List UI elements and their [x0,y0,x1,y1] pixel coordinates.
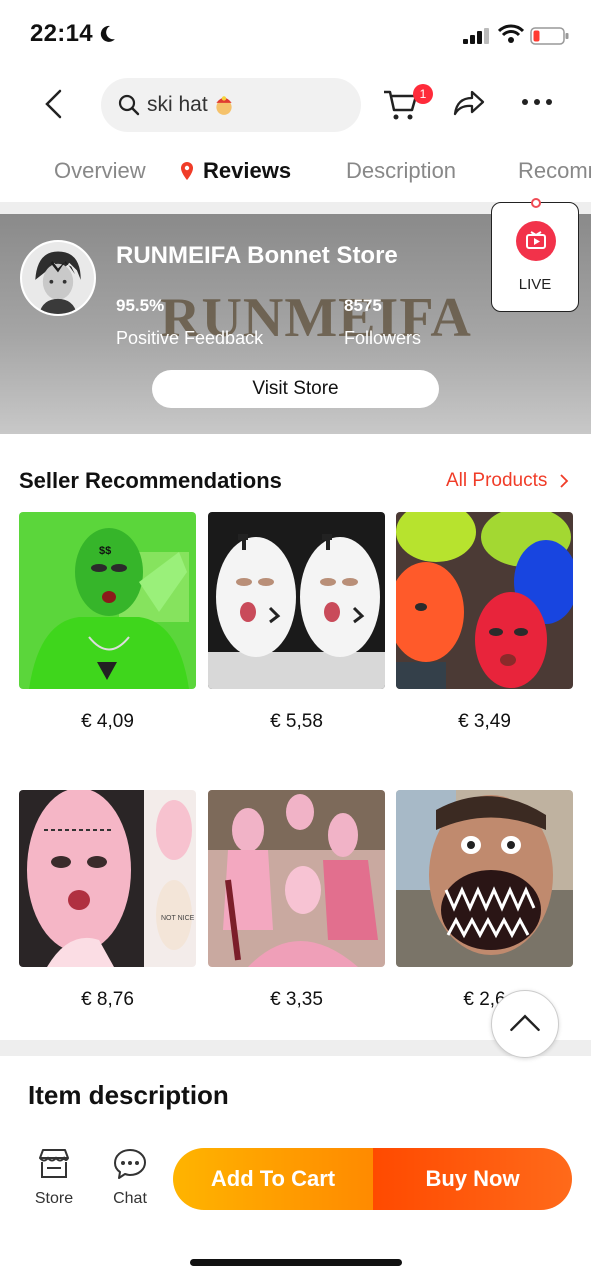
live-tv-icon [516,221,556,261]
chevron-right-icon [560,474,568,488]
search-query: ski hat [147,93,208,116]
live-indicator-dot [531,198,541,208]
product-image[interactable] [208,790,385,967]
product-card[interactable]: $$ € 4,09 [19,512,196,733]
product-price: € 8,76 [81,989,134,1010]
person-with-hat-emoji-icon [216,96,232,115]
store-avatar[interactable] [20,240,96,316]
product-price: € 4,09 [81,711,134,732]
all-products-label: All Products [446,470,548,491]
battery-icon [530,27,569,45]
status-bar: 22:14 [0,0,591,70]
share-icon[interactable] [452,88,486,118]
store-name[interactable]: RUNMEIFA Bonnet Store [116,242,398,270]
product-price: € 3,35 [270,989,323,1010]
cart-count-badge: 1 [413,84,433,104]
cellular-signal-icon [463,28,489,44]
chat-button[interactable]: Chat [100,1146,160,1208]
product-card[interactable]: € 3,35 [208,790,385,1011]
wifi-icon [498,24,524,43]
product-card[interactable]: NOT NICE € 8,76 [19,790,196,1011]
location-pin-icon [181,162,193,180]
positive-feedback-value: 95.5% [116,296,165,315]
tab-description[interactable]: Description [346,158,456,184]
search-bar[interactable]: ski hat [101,78,361,132]
more-options-icon[interactable] [520,96,554,108]
product-image[interactable]: $$ [19,512,196,689]
moon-icon [100,25,115,42]
live-button[interactable]: LIVE [491,198,579,312]
product-card[interactable]: € 3,49 [396,512,573,733]
chevron-up-icon [510,1014,540,1032]
store-label: Store [34,1190,74,1207]
chat-label: Chat [113,1190,147,1207]
visit-store-button[interactable]: Visit Store [152,370,439,408]
status-time: 22:14 [30,20,93,47]
back-arrow-icon[interactable] [40,88,68,120]
product-card[interactable]: € 2,6 [396,790,573,1011]
followers-value: 8575 [344,296,382,315]
product-card[interactable]: € 5,58 [208,512,385,733]
section-tabs: Overview Reviews Description Recomm [0,140,591,200]
top-nav: ski hat [0,74,591,134]
live-label: LIVE [518,276,552,293]
product-price: € 5,58 [270,711,323,732]
add-to-cart-button[interactable]: Add To Cart [173,1148,373,1210]
svg-text:$$: $$ [99,545,111,557]
item-description-title: Item description [28,1080,229,1110]
chat-icon [114,1149,146,1179]
scroll-to-top-button[interactable] [491,990,559,1058]
svg-text:NOT NICE: NOT NICE [161,915,195,922]
positive-feedback-label: Positive Feedback [116,328,264,348]
followers-label: Followers [344,328,422,348]
tab-overview[interactable]: Overview [54,158,146,184]
tab-reviews[interactable]: Reviews [203,158,291,184]
product-image[interactable] [208,512,385,689]
home-indicator[interactable] [190,1259,402,1266]
seller-recommendations-title: Seller Recommendations [19,468,282,493]
store-button[interactable]: Store [24,1146,84,1208]
buy-now-button[interactable]: Buy Now [373,1148,572,1210]
store-icon [39,1149,69,1178]
all-products-link[interactable]: All Products [446,470,569,492]
tab-recommendations[interactable]: Recomm [518,158,591,184]
product-price: € 3,49 [458,711,511,732]
product-image[interactable] [396,512,573,689]
search-icon [118,94,140,116]
product-image[interactable]: NOT NICE [19,790,196,967]
product-image[interactable] [396,790,573,967]
